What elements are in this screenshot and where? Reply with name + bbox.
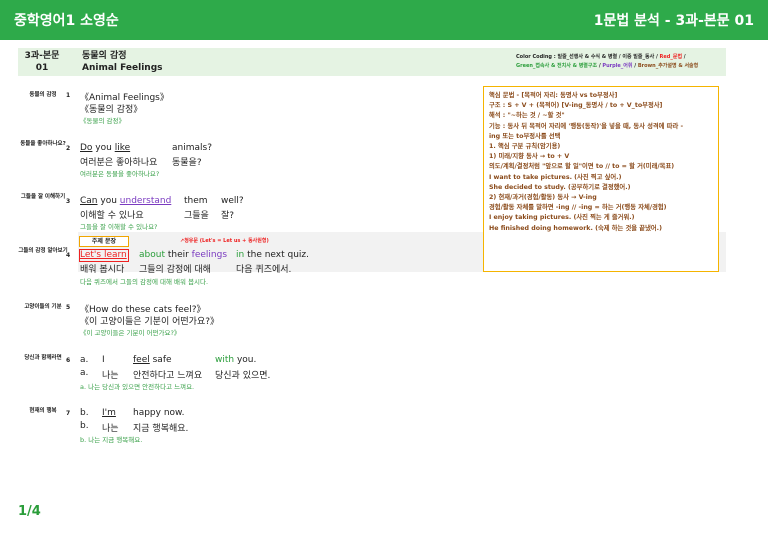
lesson-title: 동물의 감정 Animal Feelings <box>82 51 163 73</box>
topic-sentence-tag: 주제 문장 <box>79 236 129 247</box>
grammar-note: ↗청유문 (Let's = Let us + 동사원형) <box>180 238 269 244</box>
page-number: 1/4 <box>18 504 41 519</box>
color-coding-legend: Color Coding : 밑줄_선행사 & 수식 & 병렬 / 이중 밑줄_… <box>516 54 699 69</box>
section-title: 1문법 분석 - 3과-본문 01 <box>593 13 754 29</box>
core-grammar-box: 핵심 문법 - [목적어 자리: 동명사 vs to부정사] 구조 : S + … <box>483 86 719 272</box>
lesson-code: 3과-본문 01 <box>24 51 60 73</box>
document-title: 중학영어1 소영순 <box>14 13 119 29</box>
